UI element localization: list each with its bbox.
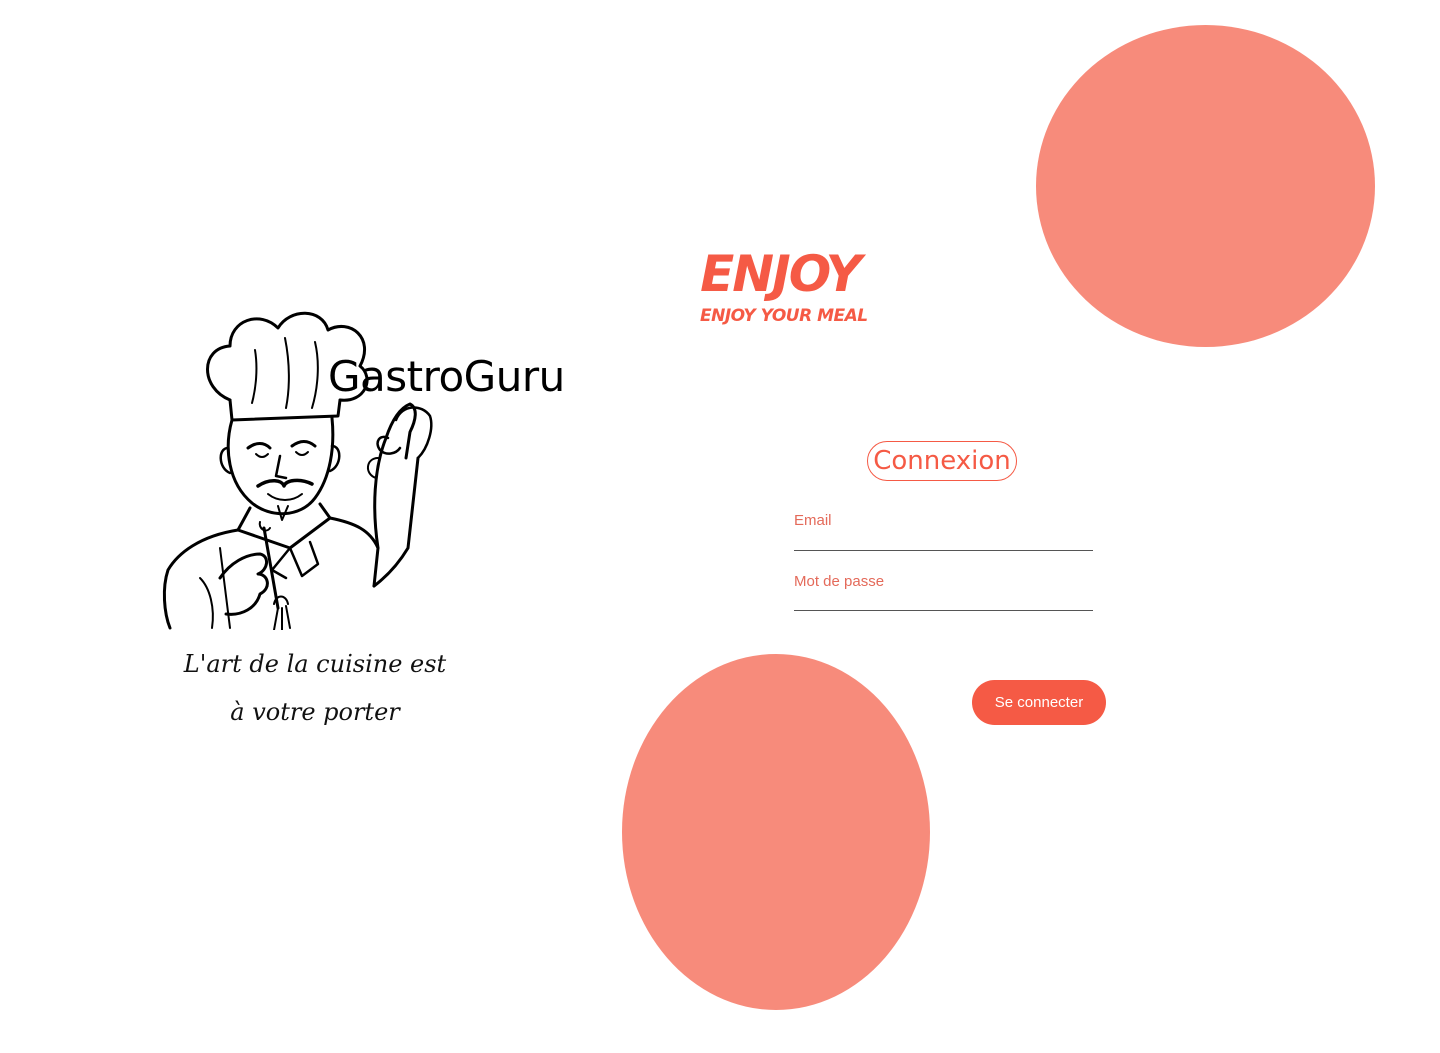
slogan-line-2: à votre porter [230, 698, 400, 726]
brand-slogan: L'art de la cuisine est à votre porter [160, 640, 470, 736]
brand-logo: GastroGuru L'art de la cuisine est à vot… [160, 308, 590, 738]
brand-name: GastroGuru [328, 352, 565, 401]
login-page: GastroGuru L'art de la cuisine est à vot… [0, 0, 1440, 1053]
login-button[interactable]: Se connecter [972, 680, 1106, 725]
enjoy-title: ENJOY [700, 245, 862, 303]
email-field[interactable] [794, 510, 1093, 550]
login-title: Connexion [867, 441, 1017, 481]
enjoy-header: ENJOY ENJOY YOUR MEAL [700, 244, 868, 328]
password-field-wrapper [794, 570, 1093, 611]
email-field-wrapper [794, 510, 1093, 551]
decorative-circle-bottom [622, 654, 930, 1010]
decorative-circle-top [1036, 25, 1375, 347]
password-field[interactable] [794, 570, 1093, 610]
slogan-line-1: L'art de la cuisine est [183, 650, 447, 678]
enjoy-subtitle: ENJOY YOUR MEAL [700, 306, 868, 326]
